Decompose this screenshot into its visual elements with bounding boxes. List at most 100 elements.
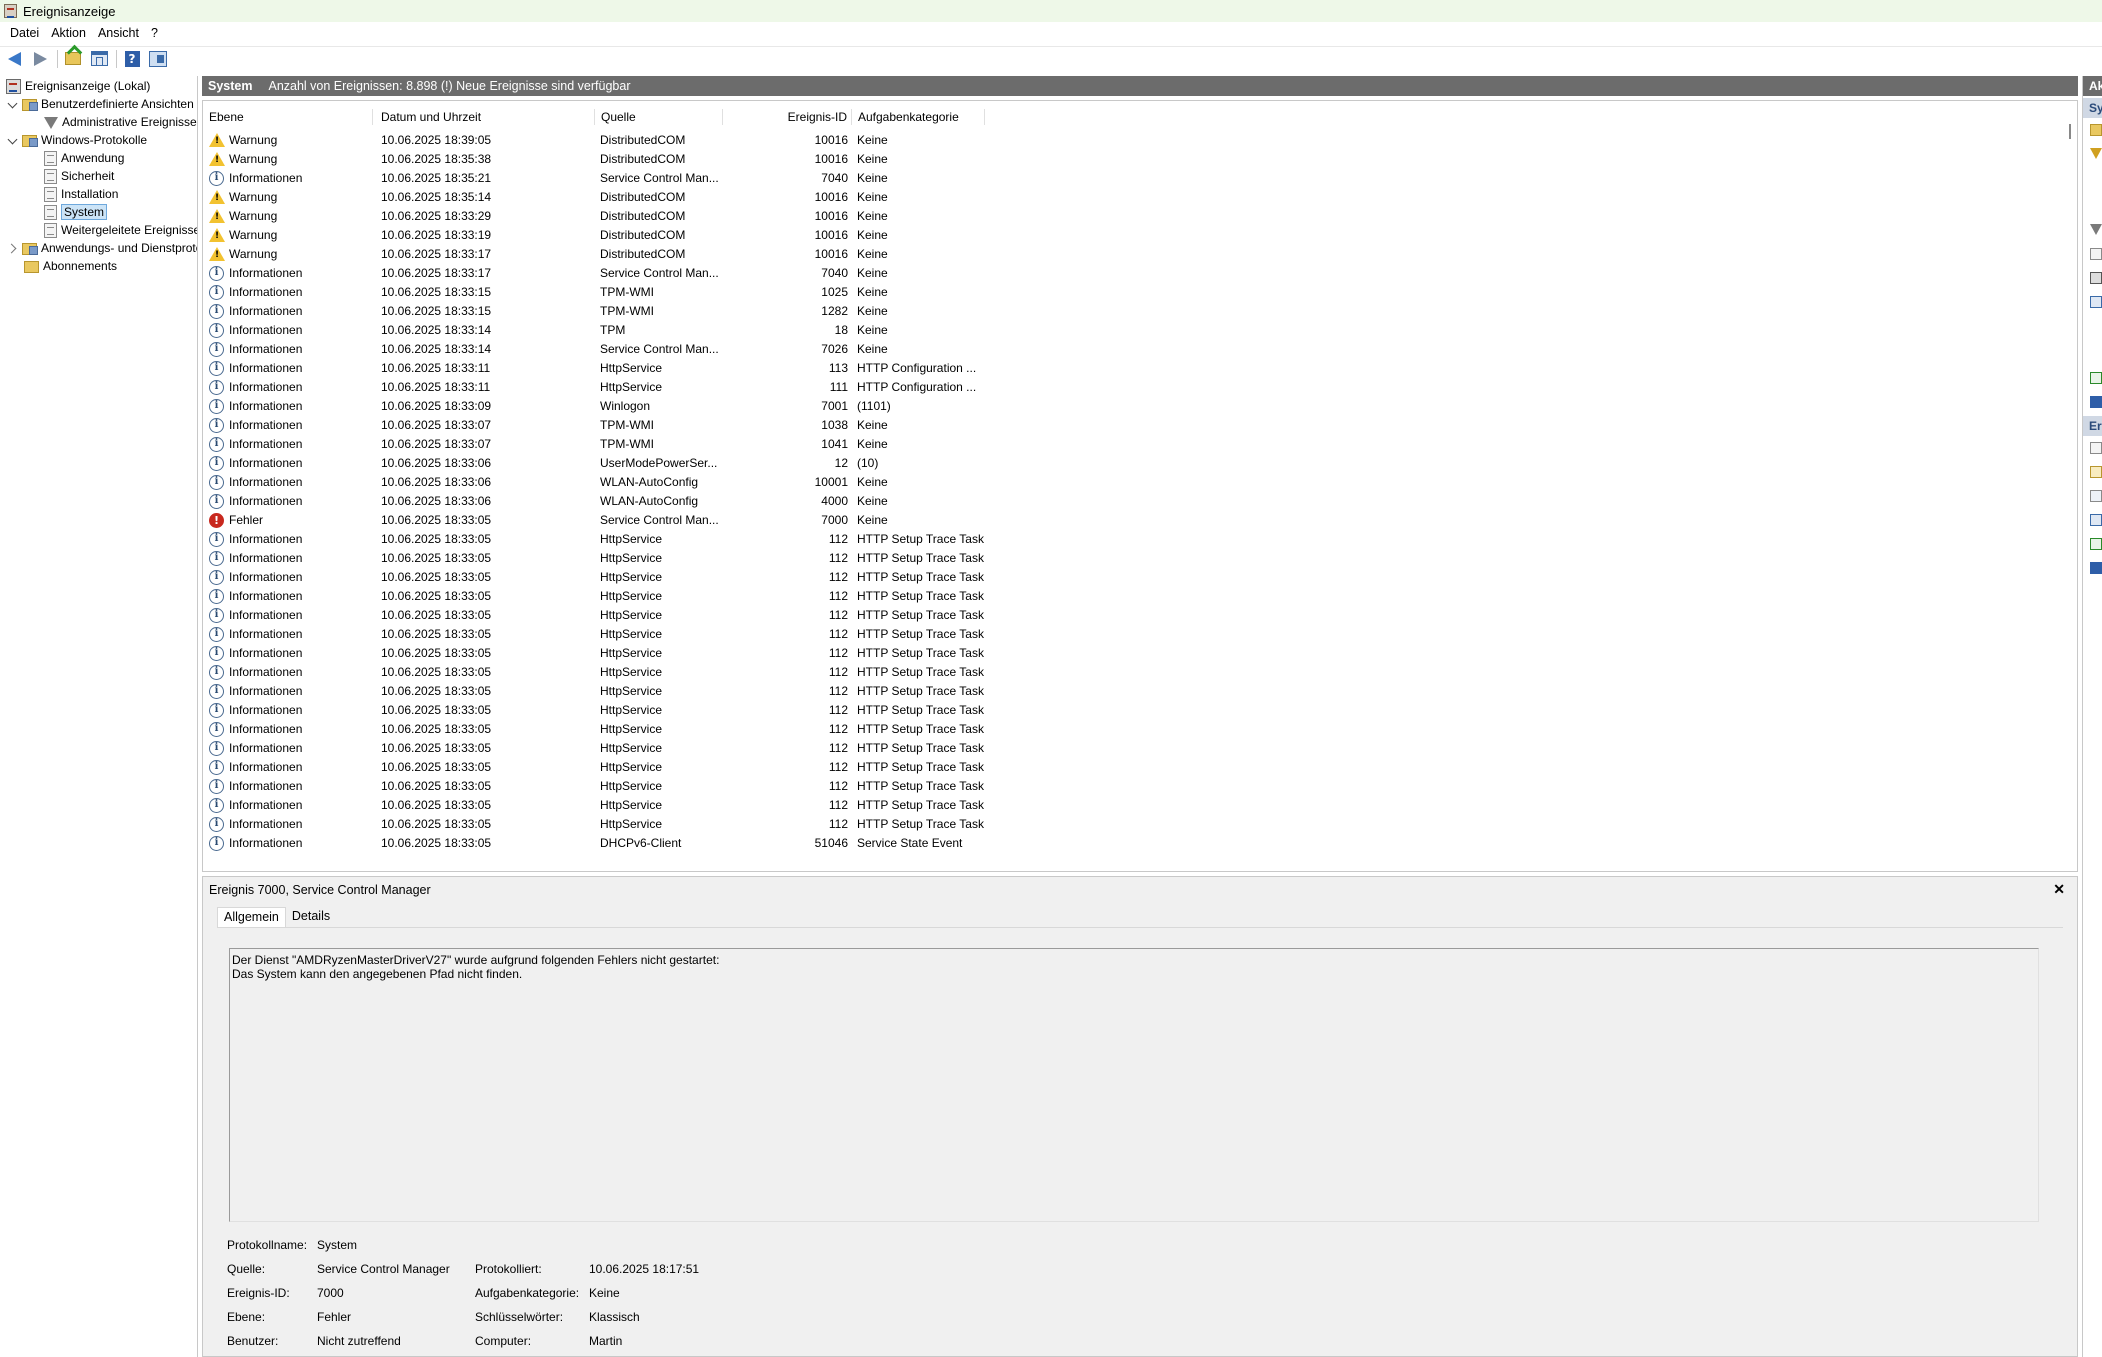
actions-event-header[interactable]: Ereignis 7000, Service Control Manager [2083,416,2102,436]
event-row[interactable]: i Informationen 10.06.2025 18:33:15 TPM-WMI… [203,302,2077,321]
show-hide-action-pane-button[interactable] [148,49,168,69]
event-row[interactable]: i Informationen 10.06.2025 18:33:06 WLAN-Au… [203,473,2077,492]
forward-button[interactable] [30,49,50,69]
event-row[interactable]: i Informationen 10.06.2025 18:33:05 HttpSer… [203,625,2077,644]
event-row[interactable]: ! Warnung 10.06.2025 18:39:05 DistributedCO… [203,131,2077,150]
event-row[interactable]: i Informationen 10.06.2025 18:33:11 HttpSer… [203,378,2077,397]
expand-chevron-icon[interactable] [8,99,18,109]
event-row[interactable]: i Informationen 10.06.2025 18:33:14 Service… [203,340,2077,359]
event-properties-icon[interactable] [2090,442,2102,454]
event-row[interactable]: i Informationen 10.06.2025 18:33:05 HttpSer… [203,796,2077,815]
event-message[interactable]: Der Dienst "AMDRyzenMasterDriverV27" wur… [229,948,2039,1222]
event-row[interactable]: i Informationen 10.06.2025 18:33:07 TPM-WMI… [203,416,2077,435]
menu-ansicht[interactable]: Ansicht [92,26,145,40]
tree-item-admin-events[interactable]: Administrative Ereignisse [44,113,197,131]
find-icon[interactable] [2090,272,2102,284]
event-row[interactable]: i Informationen 10.06.2025 18:33:09 Winlogo… [203,397,2077,416]
open-log-icon[interactable] [2090,124,2102,136]
menu-datei[interactable]: Datei [4,26,45,40]
event-row[interactable]: ! Warnung 10.06.2025 18:33:29 DistributedCO… [203,207,2077,226]
tree-item-forwarded-events[interactable]: Weitergeleitete Ereignisse [44,221,197,239]
up-one-level-button[interactable] [63,49,83,69]
event-row[interactable]: i Informationen 10.06.2025 18:33:05 HttpSer… [203,739,2077,758]
scrollbar-thumb[interactable] [2069,124,2071,139]
help-button[interactable]: ? [122,49,142,69]
event-row[interactable]: i Informationen 10.06.2025 18:33:05 HttpSer… [203,815,2077,834]
column-header-datetime[interactable]: Datum und Uhrzeit [375,109,595,125]
event-row[interactable]: i Informationen 10.06.2025 18:33:05 HttpSer… [203,663,2077,682]
event-row[interactable]: ! Warnung 10.06.2025 18:33:17 DistributedCO… [203,245,2077,264]
event-row[interactable]: i Informationen 10.06.2025 18:33:15 TPM-WMI… [203,283,2077,302]
event-row[interactable]: ! Warnung 10.06.2025 18:33:19 DistributedCO… [203,226,2077,245]
event-detail-pane: Ereignis 7000, Service Control Manager ✕… [202,876,2078,1357]
event-row[interactable]: i Informationen 10.06.2025 18:33:05 HttpSer… [203,587,2077,606]
show-hide-console-tree-button[interactable] [89,49,109,69]
attach-task-icon[interactable] [2090,466,2102,478]
event-row[interactable]: ! Fehler 10.06.2025 18:33:05 Service Contro… [203,511,2077,530]
event-id: 10016 [814,228,848,242]
event-row[interactable]: i Informationen 10.06.2025 18:33:06 WLAN-Au… [203,492,2077,511]
event-row[interactable]: i Informationen 10.06.2025 18:33:05 HttpSer… [203,606,2077,625]
event-row[interactable]: i Informationen 10.06.2025 18:33:07 TPM-WMI… [203,435,2077,454]
actions-system-header[interactable]: System [2083,98,2102,118]
event-row[interactable]: i Informationen 10.06.2025 18:33:05 HttpSer… [203,777,2077,796]
event-row[interactable]: i Informationen 10.06.2025 18:33:05 DHCPv6-… [203,834,2077,853]
info-icon: i [209,665,224,680]
event-row[interactable]: ! Warnung 10.06.2025 18:35:14 DistributedCO… [203,188,2077,207]
info-icon: i [209,646,224,661]
event-id: 10016 [814,152,848,166]
tree-item-custom-views[interactable]: Benutzerdefinierte Ansichten [8,95,194,113]
back-button[interactable] [4,49,24,69]
tree-item-setup[interactable]: Installation [44,185,118,203]
tree-item-subscriptions[interactable]: Abonnements [24,257,117,275]
event-row[interactable]: i Informationen 10.06.2025 18:33:17 Service… [203,264,2077,283]
column-header-task-category[interactable]: Aufgabenkategorie [852,109,985,125]
tree-item-security[interactable]: Sicherheit [44,167,114,185]
event-level: Informationen [229,551,303,565]
event-category: HTTP Setup Trace Task [857,760,984,774]
help-icon[interactable] [2090,396,2102,408]
event-row[interactable]: i Informationen 10.06.2025 18:33:05 HttpSer… [203,568,2077,587]
refresh-icon[interactable] [2090,372,2102,384]
expand-chevron-icon[interactable] [8,135,18,145]
tab-details[interactable]: Details [286,907,336,927]
menu-aktion[interactable]: Aktion [45,26,92,40]
column-header-level[interactable]: Ebene [203,109,373,125]
event-row[interactable]: i Informationen 10.06.2025 18:33:05 HttpSer… [203,758,2077,777]
event-row[interactable]: i Informationen 10.06.2025 18:33:05 HttpSer… [203,720,2077,739]
event-category: HTTP Setup Trace Task [857,817,984,831]
save-events-icon[interactable] [2090,296,2102,308]
close-icon[interactable]: ✕ [2053,881,2065,898]
collapse-chevron-icon[interactable] [8,243,18,253]
tree-item-app-services-logs[interactable]: Anwendungs- und Dienstprotokolle [8,239,197,257]
tree-item-windows-logs[interactable]: Windows-Protokolle [8,131,147,149]
event-row[interactable]: i Informationen 10.06.2025 18:33:05 HttpSer… [203,682,2077,701]
save-selected-event-icon[interactable] [2090,514,2102,526]
column-header-source[interactable]: Quelle [595,109,723,125]
tree-item-system[interactable]: System [44,203,108,221]
event-row[interactable]: i Informationen 10.06.2025 18:33:05 HttpSer… [203,701,2077,720]
column-header-event-id[interactable]: Ereignis-ID [723,109,852,125]
event-row[interactable]: i Informationen 10.06.2025 18:33:06 UserMod… [203,454,2077,473]
event-row[interactable]: i Informationen 10.06.2025 18:35:21 Service… [203,169,2077,188]
copy-icon[interactable] [2090,490,2102,502]
menu-help[interactable]: ? [145,26,164,40]
event-source: TPM-WMI [600,304,654,318]
event-list-scrollbar[interactable] [2063,119,2077,871]
event-row[interactable]: i Informationen 10.06.2025 18:33:14 TPM 18 Ke… [203,321,2077,340]
event-row[interactable]: i Informationen 10.06.2025 18:33:05 HttpSer… [203,549,2077,568]
help-icon[interactable] [2090,562,2102,574]
event-row[interactable]: ! Warnung 10.06.2025 18:35:38 DistributedCO… [203,150,2077,169]
properties-icon[interactable] [2090,248,2102,260]
event-category: HTTP Setup Trace Task [857,703,984,717]
tree-item-root[interactable]: Ereignisanzeige (Lokal) [6,77,150,95]
tree-label-system: System [61,204,108,220]
event-row[interactable]: i Informationen 10.06.2025 18:33:11 HttpSer… [203,359,2077,378]
filter-log-icon[interactable] [2090,224,2102,235]
refresh-icon[interactable] [2090,538,2102,550]
tree-item-application[interactable]: Anwendung [44,149,124,167]
event-row[interactable]: i Informationen 10.06.2025 18:33:05 HttpSer… [203,644,2077,663]
event-row[interactable]: i Informationen 10.06.2025 18:33:05 HttpSer… [203,530,2077,549]
tab-general[interactable]: Allgemein [217,907,286,927]
create-custom-view-icon[interactable] [2090,148,2102,159]
